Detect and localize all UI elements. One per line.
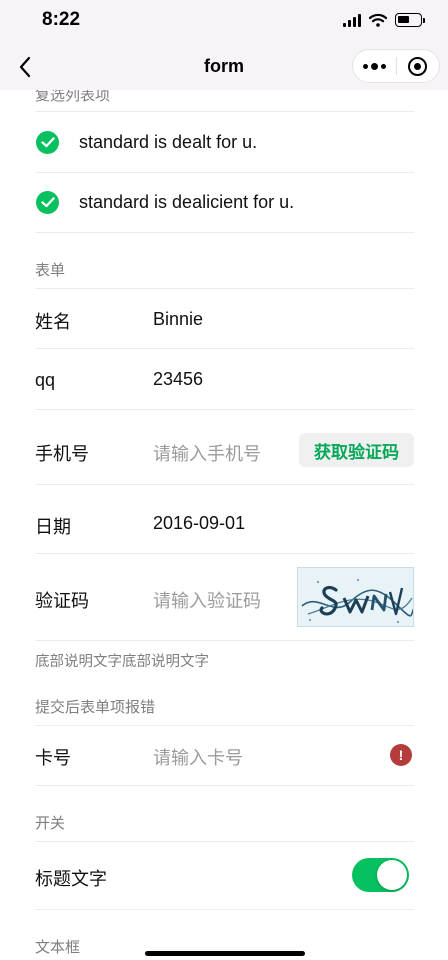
get-code-button[interactable]: 获取验证码 bbox=[299, 433, 414, 467]
status-time: 8:22 bbox=[42, 9, 81, 30]
wifi-icon bbox=[369, 13, 387, 27]
qq-input[interactable]: 23456 bbox=[153, 369, 203, 390]
checkbox-section-title: 复选列表项 bbox=[35, 90, 111, 104]
checkbox-checked-icon[interactable] bbox=[36, 191, 59, 214]
form-footer-note: 底部说明文字底部说明文字 bbox=[35, 654, 209, 670]
captcha-label: 验证码 bbox=[35, 591, 89, 611]
divider bbox=[35, 172, 414, 173]
navigation-bar: form bbox=[0, 44, 448, 90]
divider bbox=[35, 348, 414, 349]
captcha-input[interactable]: 请输入验证码 bbox=[153, 587, 261, 613]
divider bbox=[35, 484, 414, 485]
captcha-image[interactable] bbox=[297, 567, 414, 627]
signal-icon bbox=[343, 13, 361, 27]
divider bbox=[35, 785, 414, 786]
divider bbox=[35, 111, 414, 112]
name-input[interactable]: Binnie bbox=[153, 309, 203, 330]
battery-icon bbox=[395, 13, 425, 27]
more-dot-icon bbox=[380, 63, 386, 69]
checkbox-item-label[interactable]: standard is dealicient for u. bbox=[79, 192, 294, 213]
target-icon bbox=[408, 56, 428, 76]
date-picker[interactable]: 2016-09-01 bbox=[153, 513, 245, 534]
more-dot-icon bbox=[362, 63, 368, 69]
divider bbox=[35, 909, 414, 910]
more-button[interactable] bbox=[353, 50, 396, 82]
warning-icon: ! bbox=[390, 744, 412, 766]
close-miniprogram-button[interactable] bbox=[396, 50, 439, 82]
textarea-section-title: 文本框 bbox=[35, 939, 81, 956]
divider bbox=[35, 288, 414, 289]
date-label: 日期 bbox=[35, 517, 71, 537]
checkbox-checked-icon[interactable] bbox=[36, 131, 59, 154]
divider bbox=[35, 232, 414, 233]
menu-capsule bbox=[352, 49, 440, 83]
screen: 8:22 form 复选列表项 standard is dealt for u.… bbox=[0, 0, 448, 960]
phone-label: 手机号 bbox=[35, 444, 89, 464]
card-label: 卡号 bbox=[35, 748, 71, 768]
error-section-title: 提交后表单项报错 bbox=[35, 699, 156, 716]
toggle-switch[interactable] bbox=[352, 858, 409, 892]
form-content: 复选列表项 standard is dealt for u. standard … bbox=[0, 90, 448, 960]
divider bbox=[35, 409, 414, 410]
name-label: 姓名 bbox=[35, 312, 71, 332]
form-section-title: 表单 bbox=[35, 262, 66, 279]
toggle-knob bbox=[377, 860, 407, 890]
divider bbox=[35, 553, 414, 554]
divider bbox=[35, 640, 414, 641]
switch-label: 标题文字 bbox=[35, 869, 107, 889]
phone-input[interactable]: 请输入手机号 bbox=[153, 440, 261, 466]
divider bbox=[35, 725, 414, 726]
card-input[interactable]: 请输入卡号 bbox=[153, 744, 243, 770]
more-dot-icon bbox=[370, 62, 378, 70]
divider bbox=[35, 841, 414, 842]
status-bar: 8:22 bbox=[0, 0, 448, 44]
checkbox-item-label[interactable]: standard is dealt for u. bbox=[79, 132, 257, 153]
switch-section-title: 开关 bbox=[35, 815, 66, 832]
status-icons bbox=[343, 13, 425, 27]
qq-label: qq bbox=[35, 370, 56, 390]
home-indicator bbox=[145, 951, 305, 956]
